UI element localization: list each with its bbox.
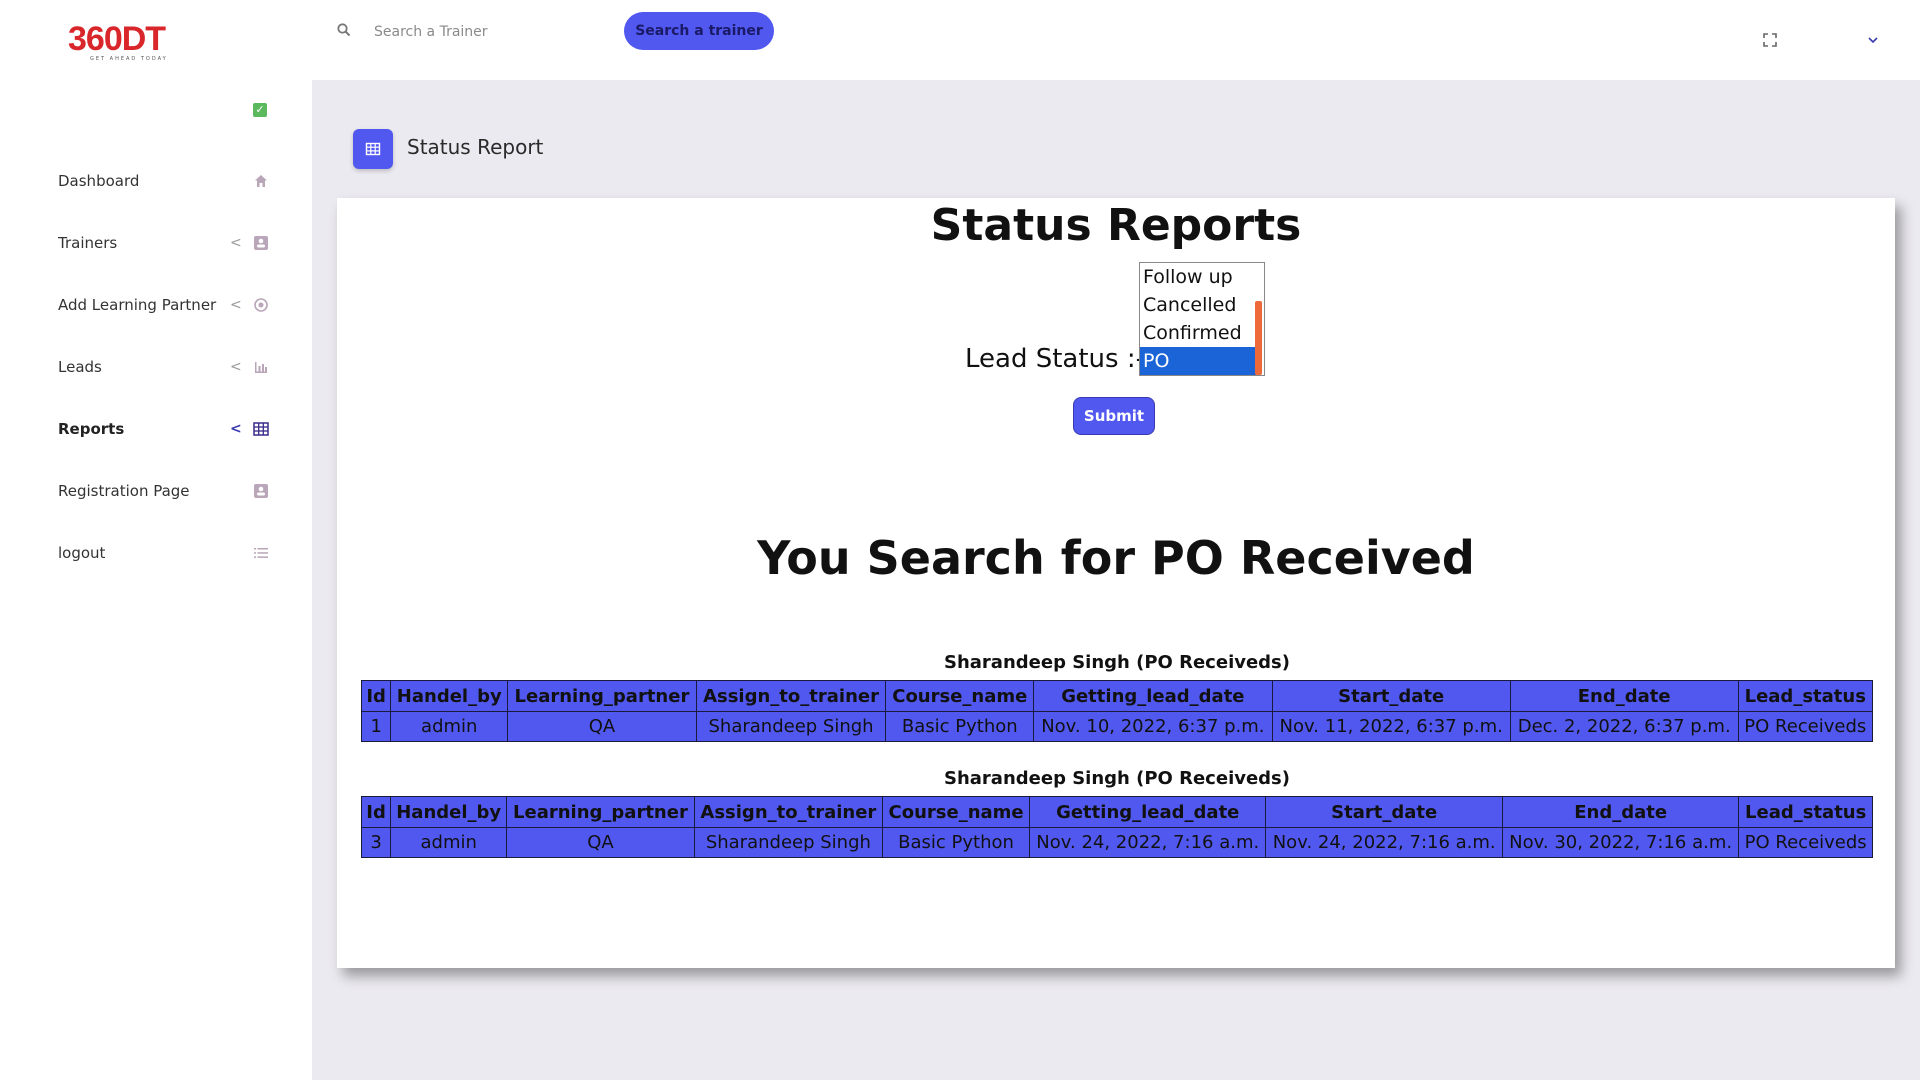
lead-status-label: Lead Status :- — [965, 344, 1145, 374]
column-header: End_date — [1509, 680, 1739, 712]
column-header: Assign_to_trainer — [693, 796, 884, 828]
table-cell: QA — [507, 711, 697, 742]
column-header: Getting_lead_date — [1029, 796, 1267, 828]
sidebar-item-label: Leads — [58, 358, 102, 376]
table-cell: admin — [390, 711, 509, 742]
top-bar: Search a trainer — [312, 0, 1920, 80]
column-header: Course_name — [882, 796, 1031, 828]
search-trainer-button[interactable]: Search a trainer — [624, 12, 774, 50]
lead-status-select[interactable]: Follow up Cancelled Confirmed PO Receive… — [1139, 262, 1265, 376]
table-cell: 1 — [360, 711, 392, 742]
column-header: Handel_by — [390, 680, 509, 712]
sidebar-item-registration-page[interactable]: Registration Page — [0, 460, 312, 522]
status-report-card: Status Reports Lead Status :- Follow up … — [337, 198, 1895, 968]
sidebar-item-label: logout — [58, 544, 106, 562]
search-icon — [336, 22, 352, 38]
table-row: 3 admin QA Sharandeep Singh Basic Python… — [360, 827, 1873, 858]
sidebar-item-label: Trainers — [58, 234, 118, 252]
listbox-scrollbar[interactable] — [1255, 301, 1262, 375]
table-cell: Nov. 10, 2022, 6:37 p.m. — [1033, 711, 1273, 742]
chevron-down-icon[interactable] — [1866, 32, 1880, 46]
check-icon[interactable]: ✓ — [253, 103, 267, 117]
column-header: Assign_to_trainer — [695, 680, 887, 712]
result-heading: You Search for PO Received — [757, 531, 1475, 585]
sidebar-nav: Dashboard Trainers < Add Learning Partne… — [0, 150, 312, 584]
table-cell: 3 — [360, 827, 392, 858]
column-header: Getting_lead_date — [1033, 680, 1273, 712]
table-header-row: Id Handel_by Learning_partner Assign_to_… — [360, 680, 1874, 712]
table-cell: Nov. 24, 2022, 7:16 a.m. — [1265, 827, 1503, 858]
sidebar-item-trainers[interactable]: Trainers < — [0, 212, 312, 274]
chevron-left-icon: < — [230, 235, 242, 251]
sidebar-item-reports[interactable]: Reports < — [0, 398, 312, 460]
results-table: Id Handel_by Learning_partner Assign_to_… — [360, 680, 1874, 742]
column-header: Learning_partner — [507, 680, 697, 712]
table-cell: Dec. 2, 2022, 6:37 p.m. — [1509, 711, 1739, 742]
column-header: Learning_partner — [506, 796, 695, 828]
page-title: Status Report — [407, 135, 544, 159]
column-header: Handel_by — [390, 796, 508, 828]
sidebar-item-add-learning-partner[interactable]: Add Learning Partner < — [0, 274, 312, 336]
target-icon — [252, 296, 270, 314]
column-header: Start_date — [1271, 680, 1511, 712]
table-cell: Basic Python — [885, 711, 1035, 742]
table-grid-icon — [365, 142, 381, 156]
results-table: Id Handel_by Learning_partner Assign_to_… — [360, 796, 1873, 858]
table-caption: Sharandeep Singh (PO Receiveds) — [944, 768, 1290, 789]
fullscreen-icon[interactable] — [1763, 32, 1777, 47]
sidebar-item-label: Registration Page — [58, 482, 190, 500]
table-cell: admin — [390, 827, 508, 858]
table-cell: PO Receiveds — [1738, 827, 1873, 858]
sidebar-item-label: Reports — [58, 420, 125, 438]
submit-button[interactable]: Submit — [1073, 397, 1155, 435]
brand-logo[interactable]: 360DT GET AHEAD TODAY — [68, 20, 228, 62]
table-cell: Nov. 30, 2022, 7:16 a.m. — [1501, 827, 1740, 858]
chevron-left-icon: < — [230, 421, 242, 437]
column-header: Course_name — [885, 680, 1035, 712]
sidebar-item-leads[interactable]: Leads < — [0, 336, 312, 398]
sidebar-item-label: Add Learning Partner — [58, 296, 217, 314]
status-option[interactable]: Cancelled — [1140, 291, 1264, 319]
table-row: 1 admin QA Sharandeep Singh Basic Python… — [360, 711, 1874, 742]
table-cell: Nov. 11, 2022, 6:37 p.m. — [1271, 711, 1511, 742]
logo-text: 360DT — [68, 20, 166, 58]
table-header-row: Id Handel_by Learning_partner Assign_to_… — [360, 796, 1873, 828]
table-cell: Sharandeep Singh — [693, 827, 884, 858]
column-header: End_date — [1501, 796, 1740, 828]
table-caption: Sharandeep Singh (PO Receiveds) — [944, 652, 1290, 673]
sidebar-item-label: Dashboard — [58, 172, 140, 190]
home-icon — [252, 172, 270, 190]
sidebar: 360DT GET AHEAD TODAY ✓ Dashboard Traine… — [0, 0, 312, 1080]
list-icon — [252, 544, 270, 562]
column-header: Id — [360, 796, 392, 828]
status-option-selected[interactable]: PO Received — [1140, 347, 1256, 375]
status-option[interactable]: Confirmed — [1140, 319, 1264, 347]
logo-tagline: GET AHEAD TODAY — [90, 56, 168, 62]
contact-card-icon — [252, 234, 270, 252]
column-header: Lead_status — [1738, 796, 1873, 828]
card-title: Status Reports — [930, 200, 1302, 251]
column-header: Lead_status — [1737, 680, 1874, 712]
table-cell: Sharandeep Singh — [695, 711, 887, 742]
sidebar-item-dashboard[interactable]: Dashboard — [0, 150, 312, 212]
sidebar-item-logout[interactable]: logout — [0, 522, 312, 584]
status-option[interactable]: Follow up — [1140, 263, 1264, 291]
column-header: Id — [360, 680, 392, 712]
table-grid-icon — [252, 420, 270, 438]
chevron-left-icon: < — [230, 297, 242, 313]
column-header: Start_date — [1265, 796, 1503, 828]
page-header-icon — [353, 129, 393, 169]
table-cell: Basic Python — [882, 827, 1031, 858]
contact-card-icon — [252, 482, 270, 500]
search-input[interactable] — [372, 18, 636, 46]
chevron-left-icon: < — [230, 359, 242, 375]
bar-chart-icon — [252, 358, 270, 376]
table-cell: Nov. 24, 2022, 7:16 a.m. — [1029, 827, 1267, 858]
table-cell: QA — [506, 827, 695, 858]
table-cell: PO Receiveds — [1737, 711, 1874, 742]
